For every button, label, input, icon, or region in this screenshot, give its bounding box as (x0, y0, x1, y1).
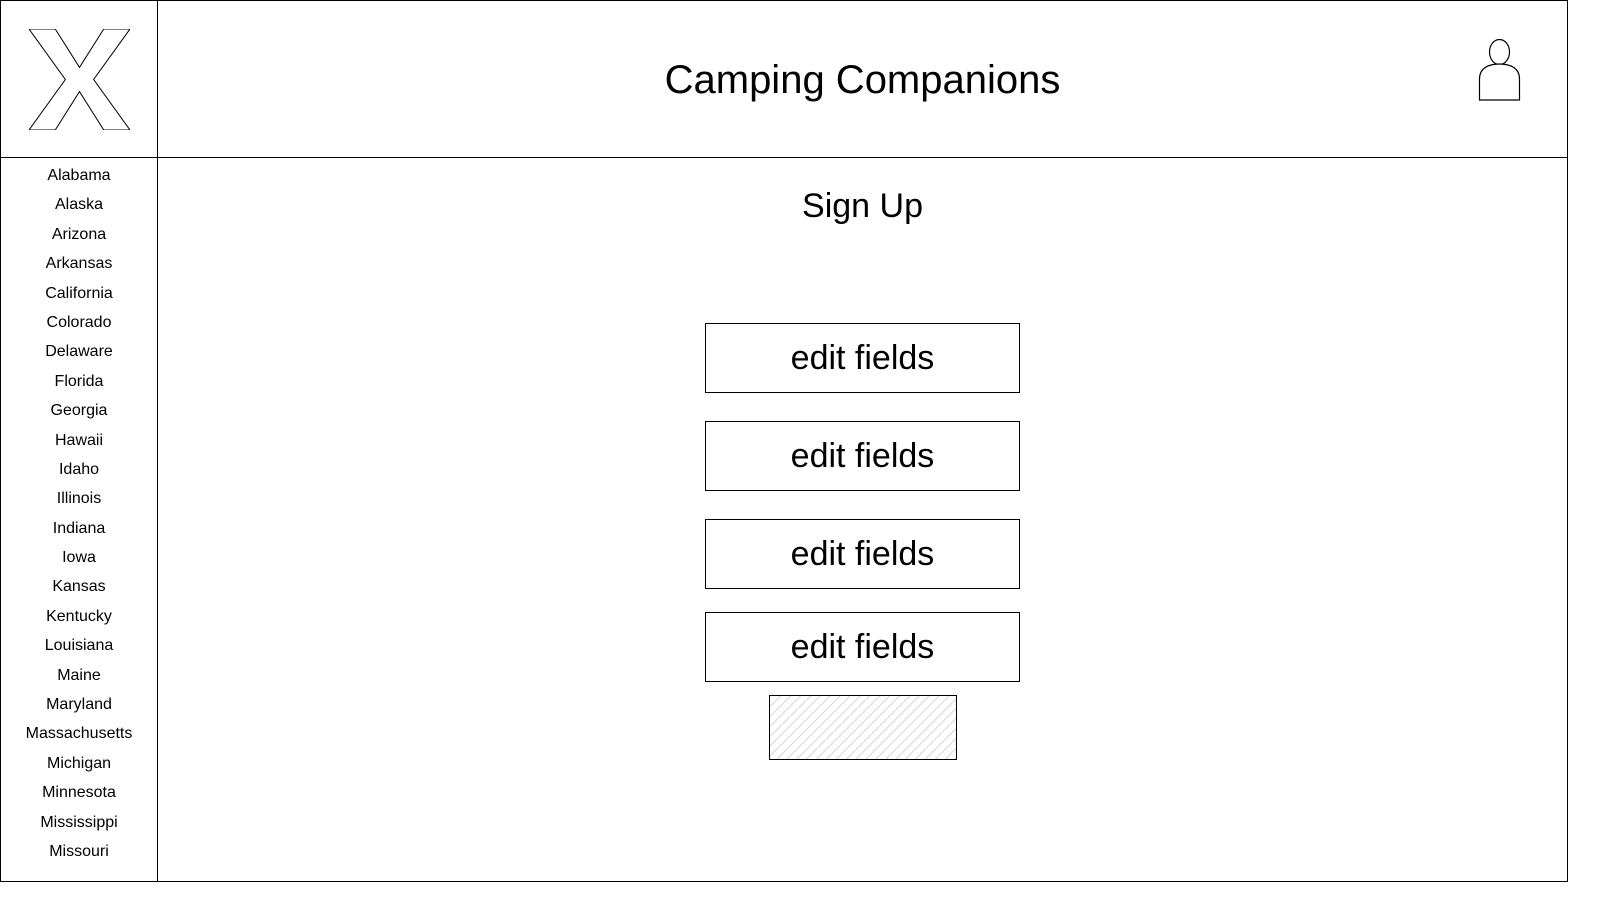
edit-field-2[interactable]: edit fields (705, 421, 1020, 491)
user-icon[interactable] (1478, 39, 1521, 101)
sidebar-item-maine[interactable]: Maine (1, 664, 157, 693)
sidebar-item-mississippi[interactable]: Mississippi (1, 811, 157, 840)
sidebar-item-kentucky[interactable]: Kentucky (1, 605, 157, 634)
sidebar-item-arkansas[interactable]: Arkansas (1, 252, 157, 281)
sidebar-item-minnesota[interactable]: Minnesota (1, 781, 157, 810)
sidebar-item-louisiana[interactable]: Louisiana (1, 634, 157, 663)
sidebar-item-alaska[interactable]: Alaska (1, 193, 157, 222)
sidebar-item-iowa[interactable]: Iowa (1, 546, 157, 575)
sidebar-item-california[interactable]: California (1, 282, 157, 311)
sidebar-item-michigan[interactable]: Michigan (1, 752, 157, 781)
wireframe-frame: Camping Companions Alabama Alaska Arizona A… (0, 0, 1568, 882)
logo-area (0, 0, 158, 158)
sidebar-item-hawaii[interactable]: Hawaii (1, 429, 157, 458)
sidebar-item-georgia[interactable]: Georgia (1, 399, 157, 428)
sidebar-item-missouri[interactable]: Missouri (1, 840, 157, 869)
state-sidebar: Alabama Alaska Arizona Arkansas California Co… (0, 157, 158, 882)
edit-field-3[interactable]: edit fields (705, 519, 1020, 589)
submit-button-placeholder[interactable] (769, 695, 957, 760)
state-list: Alabama Alaska Arizona Arkansas California Co… (1, 164, 157, 869)
sidebar-item-maryland[interactable]: Maryland (1, 693, 157, 722)
edit-field-1[interactable]: edit fields (705, 323, 1020, 393)
sidebar-item-illinois[interactable]: Illinois (1, 487, 157, 516)
sidebar-item-florida[interactable]: Florida (1, 370, 157, 399)
sidebar-item-colorado[interactable]: Colorado (1, 311, 157, 340)
x-logo-icon[interactable] (29, 29, 130, 130)
page-title: Sign Up (802, 187, 923, 225)
app-header: Camping Companions (157, 0, 1568, 158)
sidebar-item-indiana[interactable]: Indiana (1, 517, 157, 546)
sidebar-item-arizona[interactable]: Arizona (1, 223, 157, 252)
sidebar-item-massachusetts[interactable]: Massachusetts (1, 722, 157, 751)
sidebar-item-idaho[interactable]: Idaho (1, 458, 157, 487)
sidebar-item-kansas[interactable]: Kansas (1, 575, 157, 604)
signup-panel: Sign Up edit fields edit fields edit fie… (157, 157, 1568, 882)
edit-field-4[interactable]: edit fields (705, 612, 1020, 682)
sidebar-item-delaware[interactable]: Delaware (1, 340, 157, 369)
sidebar-item-alabama[interactable]: Alabama (1, 164, 157, 193)
app-title: Camping Companions (664, 58, 1061, 102)
